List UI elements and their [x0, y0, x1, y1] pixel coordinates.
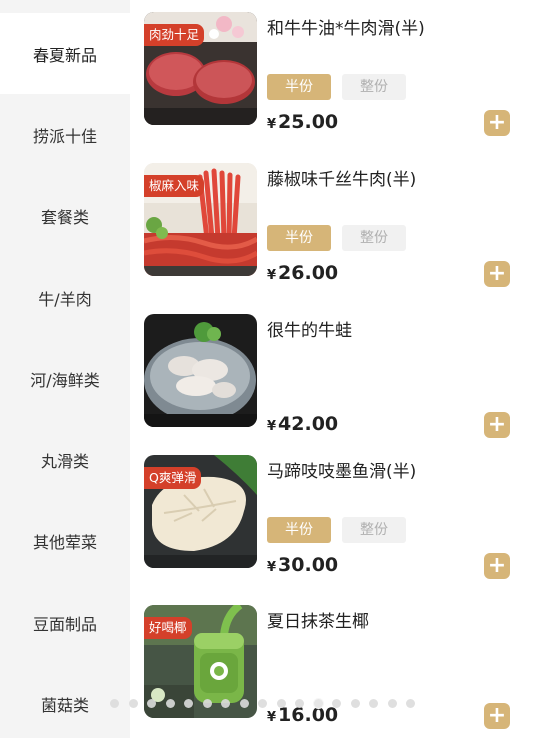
sidebar-item-label: 牛/羊肉 — [38, 289, 92, 309]
add-to-cart-button[interactable]: + — [484, 412, 510, 438]
product-tag: 肉劲十足 — [144, 24, 205, 46]
product-price: ¥30.00 — [267, 554, 338, 576]
pagination-dot[interactable] — [350, 699, 360, 708]
price-value: 26.00 — [278, 262, 339, 284]
whole-portion-button[interactable]: 整份 — [342, 74, 406, 100]
bullfrog-image — [144, 314, 257, 427]
pagination-dot[interactable] — [239, 699, 249, 708]
price-value: 25.00 — [278, 111, 339, 133]
sidebar-item-top-ten[interactable]: 捞派十佳 — [0, 94, 130, 175]
sidebar-item-label: 豆面制品 — [32, 614, 97, 634]
currency-symbol: ¥ — [267, 710, 277, 725]
sidebar-item-label: 春夏新品 — [32, 45, 97, 65]
currency-symbol: ¥ — [267, 560, 277, 575]
plus-icon: + — [487, 110, 507, 135]
sidebar-item-set-meals[interactable]: 套餐类 — [0, 175, 130, 256]
plus-icon: + — [487, 412, 507, 437]
currency-symbol: ¥ — [267, 268, 277, 283]
pagination-dot[interactable] — [128, 699, 138, 708]
sidebar-item-balls-paste[interactable]: 丸滑类 — [0, 419, 130, 500]
product-card[interactable]: Q爽弹滑 马蹄吱吱墨鱼滑(半) 半份 整份 ¥30.00 + — [130, 443, 536, 584]
sidebar-item-label: 丸滑类 — [40, 451, 89, 471]
pagination-dot[interactable] — [110, 699, 119, 708]
price-value: 30.00 — [278, 554, 339, 576]
product-tag: 椒麻入味 — [144, 175, 205, 197]
product-card[interactable]: 椒麻入味 藤椒味千丝牛肉(半) 半份 整份 ¥26.00 + — [130, 151, 536, 292]
sidebar-item-label: 河/海鲜类 — [30, 370, 100, 390]
pagination-dot[interactable] — [202, 699, 212, 708]
sidebar-item-tofu-noodles[interactable]: 豆面制品 — [0, 582, 130, 663]
price-value: 42.00 — [278, 413, 339, 435]
half-portion-button[interactable]: 半份 — [267, 74, 331, 100]
pagination-dot[interactable] — [387, 699, 397, 708]
beef-patty-image: 肉劲十足 — [144, 12, 257, 125]
product-card[interactable]: 好喝椰 夏日抹茶生椰 ¥16.00 + — [130, 593, 536, 734]
pagination-dot[interactable] — [369, 699, 378, 708]
currency-symbol: ¥ — [267, 419, 277, 434]
pagination-dot[interactable] — [165, 699, 175, 708]
pagination-dot[interactable] — [258, 699, 267, 708]
pagination-dot[interactable] — [406, 699, 415, 708]
pagination-dot[interactable] — [184, 699, 193, 708]
pagination-dot[interactable] — [147, 699, 156, 708]
sidebar-item-beef-lamb[interactable]: 牛/羊肉 — [0, 257, 130, 338]
cuttlefish-paste-image: Q爽弹滑 — [144, 455, 257, 568]
product-name: 很牛的牛蛙 — [267, 321, 352, 341]
whole-portion-button[interactable]: 整份 — [342, 225, 406, 251]
pagination-dot[interactable] — [276, 699, 286, 708]
pagination-dot[interactable] — [295, 699, 304, 708]
product-card[interactable]: 肉劲十足 和牛牛油*牛肉滑(半) 半份 整份 ¥25.00 + — [130, 0, 536, 141]
pagination-dot[interactable] — [221, 699, 230, 708]
pagination-dot[interactable] — [332, 699, 341, 708]
product-name: 夏日抹茶生椰 — [267, 612, 369, 632]
sidebar-item-label: 菌菇类 — [40, 695, 89, 715]
sidebar-item-label: 套餐类 — [40, 207, 89, 227]
sidebar-item-label: 其他荤菜 — [32, 532, 97, 552]
sidebar-item-label: 捞派十佳 — [32, 126, 97, 146]
sidebar-item-seafood[interactable]: 河/海鲜类 — [0, 338, 130, 419]
product-name: 藤椒味千丝牛肉(半) — [267, 170, 417, 190]
sidebar-item-other-meat[interactable]: 其他荤菜 — [0, 500, 130, 581]
pagination-dots — [110, 698, 440, 710]
category-sidebar: 春夏新品 捞派十佳 套餐类 牛/羊肉 河/海鲜类 丸滑类 其他荤菜 豆面制品 菌… — [0, 0, 130, 738]
product-name: 马蹄吱吱墨鱼滑(半) — [267, 462, 417, 482]
product-name: 和牛牛油*牛肉滑(半) — [267, 19, 425, 39]
half-portion-button[interactable]: 半份 — [267, 225, 331, 251]
product-tag: Q爽弹滑 — [144, 467, 202, 489]
add-to-cart-button[interactable]: + — [484, 703, 510, 729]
half-portion-button[interactable]: 半份 — [267, 517, 331, 543]
product-price: ¥25.00 — [267, 111, 338, 133]
add-to-cart-button[interactable]: + — [484, 553, 510, 579]
add-to-cart-button[interactable]: + — [484, 261, 510, 287]
product-price: ¥26.00 — [267, 262, 338, 284]
pagination-dot[interactable] — [313, 699, 323, 708]
product-card[interactable]: 很牛的牛蛙 ¥42.00 + — [130, 302, 536, 443]
product-tag: 好喝椰 — [144, 617, 192, 639]
plus-icon: + — [487, 553, 507, 578]
product-price: ¥42.00 — [267, 413, 338, 435]
plus-icon: + — [487, 703, 507, 728]
add-to-cart-button[interactable]: + — [484, 110, 510, 136]
whole-portion-button[interactable]: 整份 — [342, 517, 406, 543]
plus-icon: + — [487, 261, 507, 286]
shredded-beef-image: 椒麻入味 — [144, 163, 257, 276]
currency-symbol: ¥ — [267, 117, 277, 132]
sidebar-item-spring-summer-new[interactable]: 春夏新品 — [0, 13, 130, 94]
